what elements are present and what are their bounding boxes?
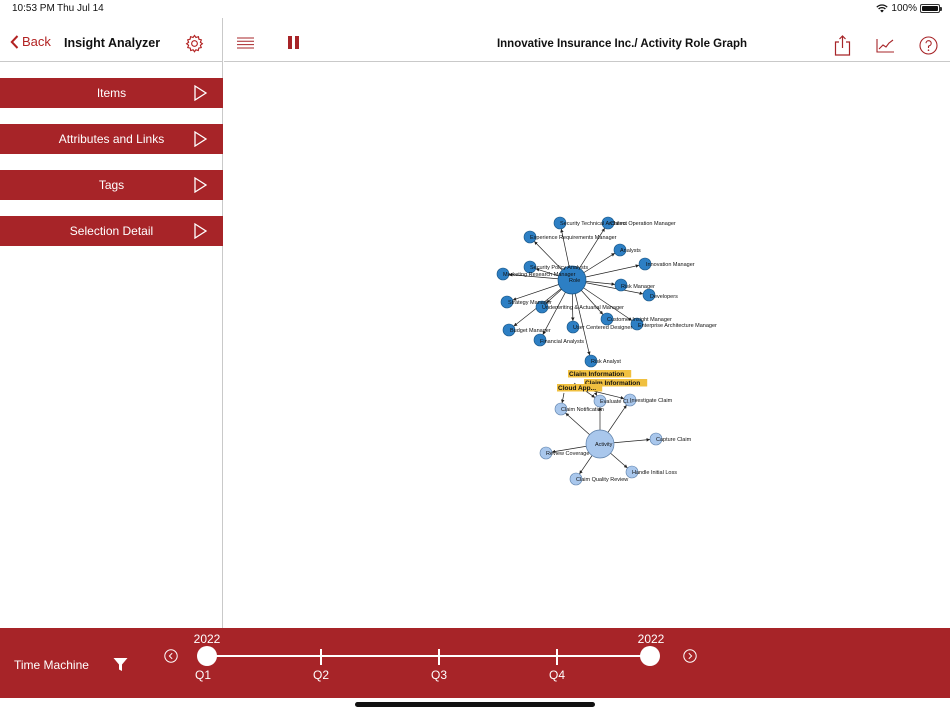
timeline-track[interactable]	[207, 655, 651, 657]
role-node-label: Enterprise Architecture Manager	[638, 323, 717, 329]
chevron-right-circle-icon[interactable]	[683, 649, 697, 663]
home-indicator[interactable]	[355, 702, 595, 707]
sidebar-title: Insight Analyzer	[64, 36, 161, 50]
chevron-left-icon	[10, 34, 19, 49]
play-triangle-icon	[194, 131, 207, 147]
battery-percent: 100%	[891, 3, 917, 14]
wifi-icon	[876, 4, 889, 13]
role-node-label: Claims Operation Manager	[610, 221, 676, 227]
status-right: 100%	[876, 3, 942, 14]
time-machine-bar: Time Machine 2022 2022 Q1 Q2 Q3 Q4	[0, 628, 950, 698]
activity-node-label: Capture Claim	[656, 437, 692, 443]
role-node-label: Underwriting & Actuarial Manager	[542, 305, 624, 311]
activity-node-label: Handle Initial Loss	[632, 470, 677, 476]
timeline-end-handle[interactable]	[640, 646, 660, 666]
role-node-label: Budget Manager	[510, 328, 551, 334]
timeline-start-handle[interactable]	[197, 646, 217, 666]
time-machine-title: Time Machine	[14, 658, 89, 672]
highlight-label: Claim Information	[569, 371, 624, 378]
share-icon[interactable]	[834, 35, 851, 56]
app-root: 10:53 PM Thu Jul 14 100% Back Insight An…	[0, 0, 950, 712]
end-year-label: 2022	[637, 632, 665, 646]
highlight-label: Cloud App...	[558, 385, 596, 392]
timeline-tick	[556, 649, 558, 665]
timeline-tick	[438, 649, 440, 665]
main-header: Innovative Insurance Inc./ Activity Role…	[224, 18, 950, 62]
role-node-label: Marketing Research Manager	[503, 272, 576, 278]
role-node-label: Developers	[650, 294, 678, 300]
role-node-label: Risk Manager	[621, 284, 655, 290]
quarter-label-q1: Q1	[194, 668, 211, 682]
start-year-label: 2022	[193, 632, 221, 646]
status-date: Thu Jul 14	[57, 3, 104, 14]
activity-hub-label: Activity	[595, 442, 613, 448]
status-time: 10:53 PM	[12, 3, 55, 14]
role-node-label: Security Policy Analysts	[530, 265, 588, 271]
panel-selection-detail-label: Selection Detail	[69, 224, 154, 238]
back-label: Back	[22, 34, 51, 49]
panel-attributes-button[interactable]: Attributes and Links	[0, 124, 223, 154]
role-node-label: Financial Analysts	[540, 339, 584, 345]
role-hub-label: Role	[569, 278, 580, 284]
role-node-label: Innovation Manager	[646, 262, 695, 268]
graph-canvas[interactable]: Security Technical Architect Claims Opera…	[224, 63, 950, 628]
line-chart-icon[interactable]	[876, 38, 895, 53]
role-node-label: Experience Requirements Manager	[530, 235, 617, 241]
role-node-label: Analysts	[620, 248, 641, 254]
panel-selection-detail-button[interactable]: Selection Detail	[0, 216, 223, 246]
quarter-label-q2: Q2	[312, 668, 329, 682]
panel-tags-label: Tags	[98, 178, 125, 192]
panel-tags-button[interactable]: Tags	[0, 170, 223, 200]
sidebar-header: Back Insight Analyzer	[0, 18, 222, 62]
play-triangle-icon	[194, 85, 207, 101]
quarter-label-q4: Q4	[548, 668, 565, 682]
panel-items-button[interactable]: Items	[0, 78, 223, 108]
panel-items-label: Items	[96, 86, 127, 100]
battery-icon	[920, 4, 942, 13]
activity-role-graph[interactable]: Security Technical ArchitectClaims Opera…	[224, 63, 950, 628]
help-icon[interactable]	[919, 36, 938, 55]
activity-node-label: Investigate Claim	[630, 398, 673, 404]
analyst-hub-label: Risk Analyst	[591, 359, 621, 365]
gear-icon[interactable]	[185, 34, 204, 53]
edge-cloud-claim-notification	[561, 392, 565, 404]
activity-node-label: Claim Quality Review	[576, 477, 628, 483]
chevron-left-circle-icon[interactable]	[164, 649, 178, 663]
edge-claim-info-evaluate-2	[593, 391, 598, 396]
quarter-label-q3: Q3	[430, 668, 447, 682]
play-triangle-icon	[194, 223, 207, 239]
sidebar: Back Insight Analyzer Items Attributes a…	[0, 18, 223, 628]
role-node-label: User Centered Designer	[573, 325, 632, 331]
activity-node-label: Review Coverage	[546, 451, 589, 457]
activity-node-label: Claim Notification	[561, 407, 604, 413]
timeline-tick	[320, 649, 322, 665]
back-button[interactable]: Back	[10, 34, 51, 49]
panel-attributes-label: Attributes and Links	[58, 132, 165, 146]
status-bar: 10:53 PM Thu Jul 14 100%	[0, 0, 950, 18]
activity-node-label: Evaluate Cl...	[600, 399, 633, 405]
play-triangle-icon	[194, 177, 207, 193]
filter-icon[interactable]	[113, 657, 128, 672]
